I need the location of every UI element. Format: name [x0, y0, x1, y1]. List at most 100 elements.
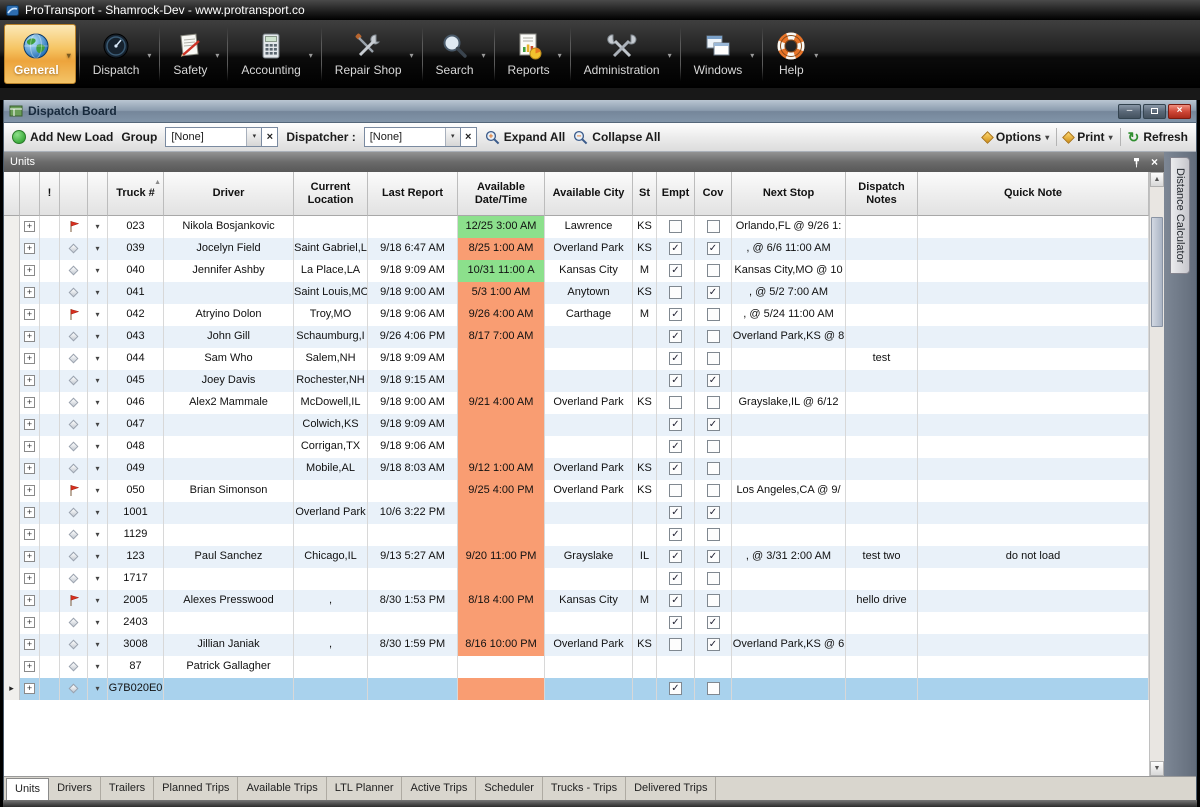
- cov-checkbox[interactable]: [695, 590, 732, 612]
- cov-checkbox[interactable]: [695, 678, 732, 700]
- unit-row[interactable]: +▾039Jocelyn FieldSaint Gabriel,L9/18 6:…: [4, 238, 1149, 260]
- empt-checkbox[interactable]: ✓: [657, 524, 695, 546]
- add-new-load-button[interactable]: Add New Load: [12, 130, 113, 144]
- empt-checkbox[interactable]: ✓: [657, 348, 695, 370]
- ribbon-tab-help[interactable]: Help ▾: [766, 24, 823, 84]
- empt-checkbox[interactable]: ✓: [657, 546, 695, 568]
- row-expand-button[interactable]: +: [20, 568, 40, 590]
- column-header-city[interactable]: Available City: [545, 172, 633, 216]
- chevron-down-icon[interactable]: ▾: [410, 51, 414, 60]
- row-expand-button[interactable]: +: [20, 678, 40, 700]
- empt-checkbox[interactable]: ✓: [657, 370, 695, 392]
- unit-row[interactable]: +▾042Atryino DolonTroy,MO9/18 9:06 AM9/2…: [4, 304, 1149, 326]
- bottom-tab-available-trips[interactable]: Available Trips: [238, 777, 326, 800]
- empt-checkbox[interactable]: ✓: [657, 304, 695, 326]
- options-button[interactable]: Options ▾: [983, 130, 1049, 144]
- row-dropdown-button[interactable]: ▾: [88, 458, 108, 480]
- unit-row[interactable]: +▾041Saint Louis,MO9/18 9:00 AM5/3 1:00 …: [4, 282, 1149, 304]
- collapse-all-button[interactable]: − Collapse All: [573, 130, 660, 145]
- row-expand-button[interactable]: +: [20, 282, 40, 304]
- empt-checkbox[interactable]: [657, 282, 695, 304]
- ribbon-tab-accounting[interactable]: Accounting ▾: [231, 24, 317, 84]
- bottom-tab-trailers[interactable]: Trailers: [101, 777, 154, 800]
- cov-checkbox[interactable]: [695, 568, 732, 590]
- ribbon-tab-search[interactable]: Search ▾: [426, 24, 491, 84]
- cov-checkbox[interactable]: ✓: [695, 238, 732, 260]
- unit-row[interactable]: ▸+▾G7B020E0✓: [4, 678, 1149, 700]
- row-dropdown-button[interactable]: ▾: [88, 282, 108, 304]
- bottom-tab-ltl-planner[interactable]: LTL Planner: [327, 777, 403, 800]
- cov-checkbox[interactable]: [695, 392, 732, 414]
- row-expand-button[interactable]: +: [20, 370, 40, 392]
- cov-checkbox[interactable]: [695, 260, 732, 282]
- unit-row[interactable]: +▾044Sam WhoSalem,NH9/18 9:09 AM✓test: [4, 348, 1149, 370]
- row-expand-button[interactable]: +: [20, 392, 40, 414]
- ribbon-tab-general[interactable]: General ▾: [4, 24, 76, 84]
- chevron-down-icon[interactable]: ▾: [558, 51, 562, 60]
- ribbon-tab-windows[interactable]: Windows ▾: [684, 24, 760, 84]
- cov-checkbox[interactable]: ✓: [695, 370, 732, 392]
- row-dropdown-button[interactable]: ▾: [88, 678, 108, 700]
- row-dropdown-button[interactable]: ▾: [88, 436, 108, 458]
- empt-checkbox[interactable]: ✓: [657, 612, 695, 634]
- row-expand-button[interactable]: +: [20, 524, 40, 546]
- column-header-next[interactable]: Next Stop: [732, 172, 846, 216]
- row-dropdown-button[interactable]: ▾: [88, 348, 108, 370]
- row-expand-button[interactable]: +: [20, 238, 40, 260]
- unit-row[interactable]: +▾87Patrick Gallagher: [4, 656, 1149, 678]
- cov-checkbox[interactable]: [695, 436, 732, 458]
- unit-row[interactable]: +▾046Alex2 MammaleMcDowell,IL9/18 9:00 A…: [4, 392, 1149, 414]
- dispatcher-clear-button[interactable]: ×: [461, 127, 477, 147]
- cov-checkbox[interactable]: ✓: [695, 634, 732, 656]
- chevron-down-icon[interactable]: ▾: [814, 51, 818, 60]
- row-expand-button[interactable]: +: [20, 590, 40, 612]
- bottom-tab-scheduler[interactable]: Scheduler: [476, 777, 543, 800]
- row-expand-button[interactable]: +: [20, 546, 40, 568]
- empt-checkbox[interactable]: [657, 392, 695, 414]
- row-dropdown-button[interactable]: ▾: [88, 590, 108, 612]
- empt-checkbox[interactable]: ✓: [657, 436, 695, 458]
- bottom-tab-trucks-trips[interactable]: Trucks - Trips: [543, 777, 626, 800]
- bottom-tab-units[interactable]: Units: [6, 778, 49, 800]
- empt-checkbox[interactable]: ✓: [657, 678, 695, 700]
- empt-checkbox[interactable]: ✓: [657, 326, 695, 348]
- empt-checkbox[interactable]: ✓: [657, 414, 695, 436]
- unit-row[interactable]: +▾045Joey DavisRochester,NH9/18 9:15 AM✓…: [4, 370, 1149, 392]
- cov-checkbox[interactable]: [695, 348, 732, 370]
- unit-row[interactable]: +▾2005Alexes Presswood,8/30 1:53 PM8/18 …: [4, 590, 1149, 612]
- chevron-down-icon[interactable]: ▾: [67, 51, 71, 60]
- row-expand-button[interactable]: +: [20, 436, 40, 458]
- row-dropdown-button[interactable]: ▾: [88, 216, 108, 238]
- unit-row[interactable]: +▾050Brian Simonson9/25 4:00 PMOverland …: [4, 480, 1149, 502]
- row-expand-button[interactable]: +: [20, 414, 40, 436]
- column-header-avail[interactable]: Available Date/Time: [458, 172, 545, 216]
- row-expand-button[interactable]: +: [20, 458, 40, 480]
- print-button[interactable]: Print ▾: [1064, 130, 1112, 144]
- row-dropdown-button[interactable]: ▾: [88, 568, 108, 590]
- cov-checkbox[interactable]: ✓: [695, 502, 732, 524]
- ribbon-tab-administration[interactable]: Administration ▾: [574, 24, 677, 84]
- bottom-tab-active-trips[interactable]: Active Trips: [402, 777, 476, 800]
- column-header-report[interactable]: Last Report: [368, 172, 458, 216]
- column-header-cov[interactable]: Cov: [695, 172, 732, 216]
- column-header-st[interactable]: St: [633, 172, 657, 216]
- row-dropdown-button[interactable]: ▾: [88, 480, 108, 502]
- scrollbar-thumb[interactable]: [1151, 217, 1163, 327]
- empt-checkbox[interactable]: [657, 634, 695, 656]
- row-dropdown-button[interactable]: ▾: [88, 326, 108, 348]
- cov-checkbox[interactable]: ✓: [695, 546, 732, 568]
- empt-checkbox[interactable]: ✓: [657, 458, 695, 480]
- row-dropdown-button[interactable]: ▾: [88, 414, 108, 436]
- scrollbar-track[interactable]: [1150, 187, 1164, 761]
- unit-row[interactable]: +▾2403✓✓: [4, 612, 1149, 634]
- scroll-up-icon[interactable]: ▲: [1150, 172, 1164, 187]
- chevron-down-icon[interactable]: ▾: [246, 128, 261, 146]
- chevron-down-icon[interactable]: ▾: [668, 51, 672, 60]
- empt-checkbox[interactable]: ✓: [657, 260, 695, 282]
- chevron-down-icon[interactable]: ▾: [309, 51, 313, 60]
- empt-checkbox[interactable]: ✓: [657, 238, 695, 260]
- cov-checkbox[interactable]: ✓: [695, 282, 732, 304]
- chevron-down-icon[interactable]: ▾: [147, 51, 151, 60]
- unit-row[interactable]: +▾049Mobile,AL9/18 8:03 AM9/12 1:00 AMOv…: [4, 458, 1149, 480]
- minimize-button[interactable]: –: [1118, 104, 1141, 119]
